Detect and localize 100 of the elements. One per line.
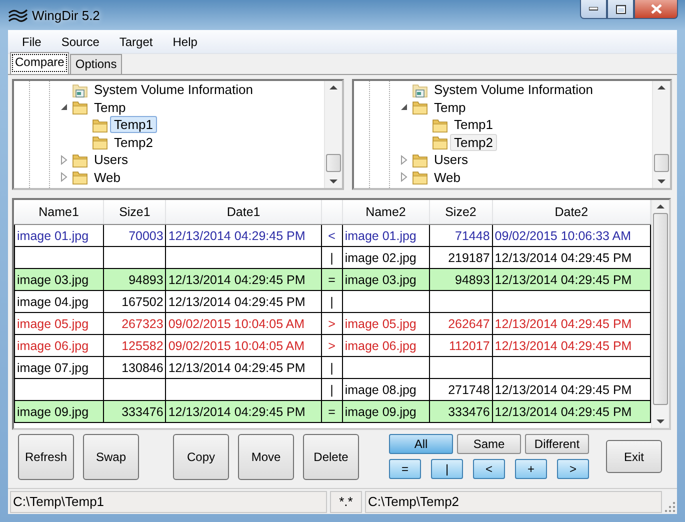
column-header[interactable]: Size2: [429, 200, 492, 224]
exit-button[interactable]: Exit: [606, 440, 662, 473]
scroll-thumb[interactable]: [326, 154, 341, 172]
tab[interactable]: Options: [70, 54, 122, 74]
tree-item[interactable]: Temp1: [450, 116, 498, 134]
maximize-button[interactable]: [607, 0, 634, 19]
tree-item[interactable]: Temp2: [450, 134, 498, 151]
filter-button[interactable]: |: [431, 459, 463, 479]
table-cell: image 06.jpg: [342, 334, 430, 356]
column-header[interactable]: Date2: [492, 200, 650, 224]
folder-icon: [432, 134, 448, 150]
scroll-up-icon: [657, 85, 666, 90]
source-path: C:\Temp\Temp1: [10, 490, 327, 512]
tree-item[interactable]: Users: [430, 151, 472, 168]
table-cell: 333476: [104, 400, 166, 422]
action-button[interactable]: Delete: [303, 434, 359, 480]
tree-item[interactable]: Users: [90, 151, 132, 168]
file-mask: *.*: [330, 490, 362, 512]
scroll-down-icon: [657, 179, 666, 184]
table-cell: image 09.jpg: [14, 400, 104, 422]
table-cell: 12/13/2014 04:29:45 PM: [166, 400, 322, 422]
table-cell: image 03.jpg: [14, 268, 104, 290]
filter-button[interactable]: +: [515, 459, 547, 479]
filter-button[interactable]: Same: [457, 434, 521, 454]
tree-item[interactable]: Web: [90, 168, 124, 186]
comparison-sign: >: [321, 312, 342, 334]
table-cell: 09/02/2015 10:04:05 AM: [166, 312, 322, 334]
filter-button[interactable]: =: [389, 459, 421, 479]
table-cell: image 05.jpg: [342, 312, 430, 334]
table-cell: 94893: [429, 268, 492, 290]
window-title: WingDir 5.2: [32, 8, 100, 23]
table-cell: 130846: [104, 356, 166, 378]
action-button[interactable]: Copy: [173, 434, 229, 480]
filter-button[interactable]: >: [557, 459, 589, 479]
tab[interactable]: Compare: [10, 52, 70, 74]
table-cell: 125582: [104, 334, 166, 356]
tree-item[interactable]: Temp2: [110, 134, 158, 151]
column-header[interactable]: Name1: [14, 200, 104, 224]
folder-icon: [432, 116, 448, 133]
table-cell: 167502: [104, 290, 166, 312]
tree-item[interactable]: Temp: [430, 98, 470, 116]
scrollbar[interactable]: [651, 200, 669, 428]
table-cell: 12/13/2014 04:29:45 PM: [492, 268, 650, 290]
filter-button[interactable]: Different: [525, 434, 589, 454]
action-button[interactable]: Move: [238, 434, 294, 480]
table-cell: 09/02/2015 10:04:05 AM: [166, 334, 322, 356]
tree-item[interactable]: Temp: [90, 98, 130, 116]
minimize-icon: [589, 7, 598, 11]
column-header[interactable]: Size1: [104, 200, 166, 224]
scrollbar[interactable]: [652, 81, 670, 188]
folder-icon: [72, 82, 88, 98]
column-header[interactable]: Name2: [342, 200, 430, 224]
close-button[interactable]: [634, 0, 678, 19]
table-cell: 267323: [104, 312, 166, 334]
comparison-sign: =: [321, 268, 342, 290]
folder-icon: [412, 169, 428, 186]
table-cell: 12/13/2014 04:29:45 PM: [492, 334, 650, 356]
scrollbar[interactable]: [324, 81, 342, 188]
table-cell: 12/13/2014 04:29:45 PM: [166, 356, 322, 378]
tree-item[interactable]: System Volume Information: [90, 81, 257, 98]
app-logo-icon: [8, 8, 28, 22]
table-cell: image 05.jpg: [14, 312, 104, 334]
folder-icon: [92, 134, 108, 150]
scroll-thumb[interactable]: [653, 213, 668, 405]
target-tree[interactable]: System Volume Information Temp Temp1 Temp2 Users Web: [352, 79, 672, 190]
maximize-icon: [616, 4, 626, 14]
column-header[interactable]: Date1: [166, 200, 322, 224]
folder-icon: [412, 82, 428, 98]
table-cell: 12/13/2014 04:29:45 PM: [166, 224, 322, 246]
comparison-sign: =: [321, 400, 342, 422]
tree-item[interactable]: Web: [430, 168, 464, 186]
table-cell: image 01.jpg: [342, 224, 430, 246]
menu-item[interactable]: File: [14, 32, 50, 50]
resize-grip-icon: [665, 502, 675, 512]
table-cell: 333476: [429, 400, 492, 422]
filter-button[interactable]: All: [389, 434, 453, 454]
tree-item[interactable]: System Volume Information: [430, 81, 597, 98]
minimize-button[interactable]: [580, 0, 607, 19]
scroll-thumb[interactable]: [654, 154, 669, 172]
folder-icon: [412, 99, 428, 116]
scroll-up-icon: [329, 85, 338, 90]
menu-item[interactable]: Help: [164, 32, 206, 50]
action-button[interactable]: Refresh: [18, 434, 74, 480]
comparison-sign: |: [321, 356, 342, 378]
table-cell: 12/13/2014 04:29:45 PM: [166, 268, 322, 290]
action-button[interactable]: Swap: [83, 434, 139, 480]
tree-item[interactable]: Temp1: [110, 116, 158, 134]
target-path: C:\Temp\Temp2: [365, 490, 662, 512]
source-tree[interactable]: System Volume Information Temp Temp1 Temp2 Users Web: [12, 79, 344, 190]
comparison-sign: |: [321, 290, 342, 312]
table-cell: 112017: [429, 334, 492, 356]
table-cell: 12/13/2014 04:29:45 PM: [492, 312, 650, 334]
filter-button[interactable]: <: [473, 459, 505, 479]
table-cell: image 07.jpg: [14, 356, 104, 378]
folder-icon: [72, 152, 88, 168]
table-cell: 262647: [429, 312, 492, 334]
menu-item[interactable]: Target: [111, 32, 161, 50]
menu-item[interactable]: Source: [53, 32, 108, 50]
table-cell: 12/13/2014 04:29:45 PM: [166, 290, 322, 312]
scroll-down-icon: [656, 419, 665, 424]
